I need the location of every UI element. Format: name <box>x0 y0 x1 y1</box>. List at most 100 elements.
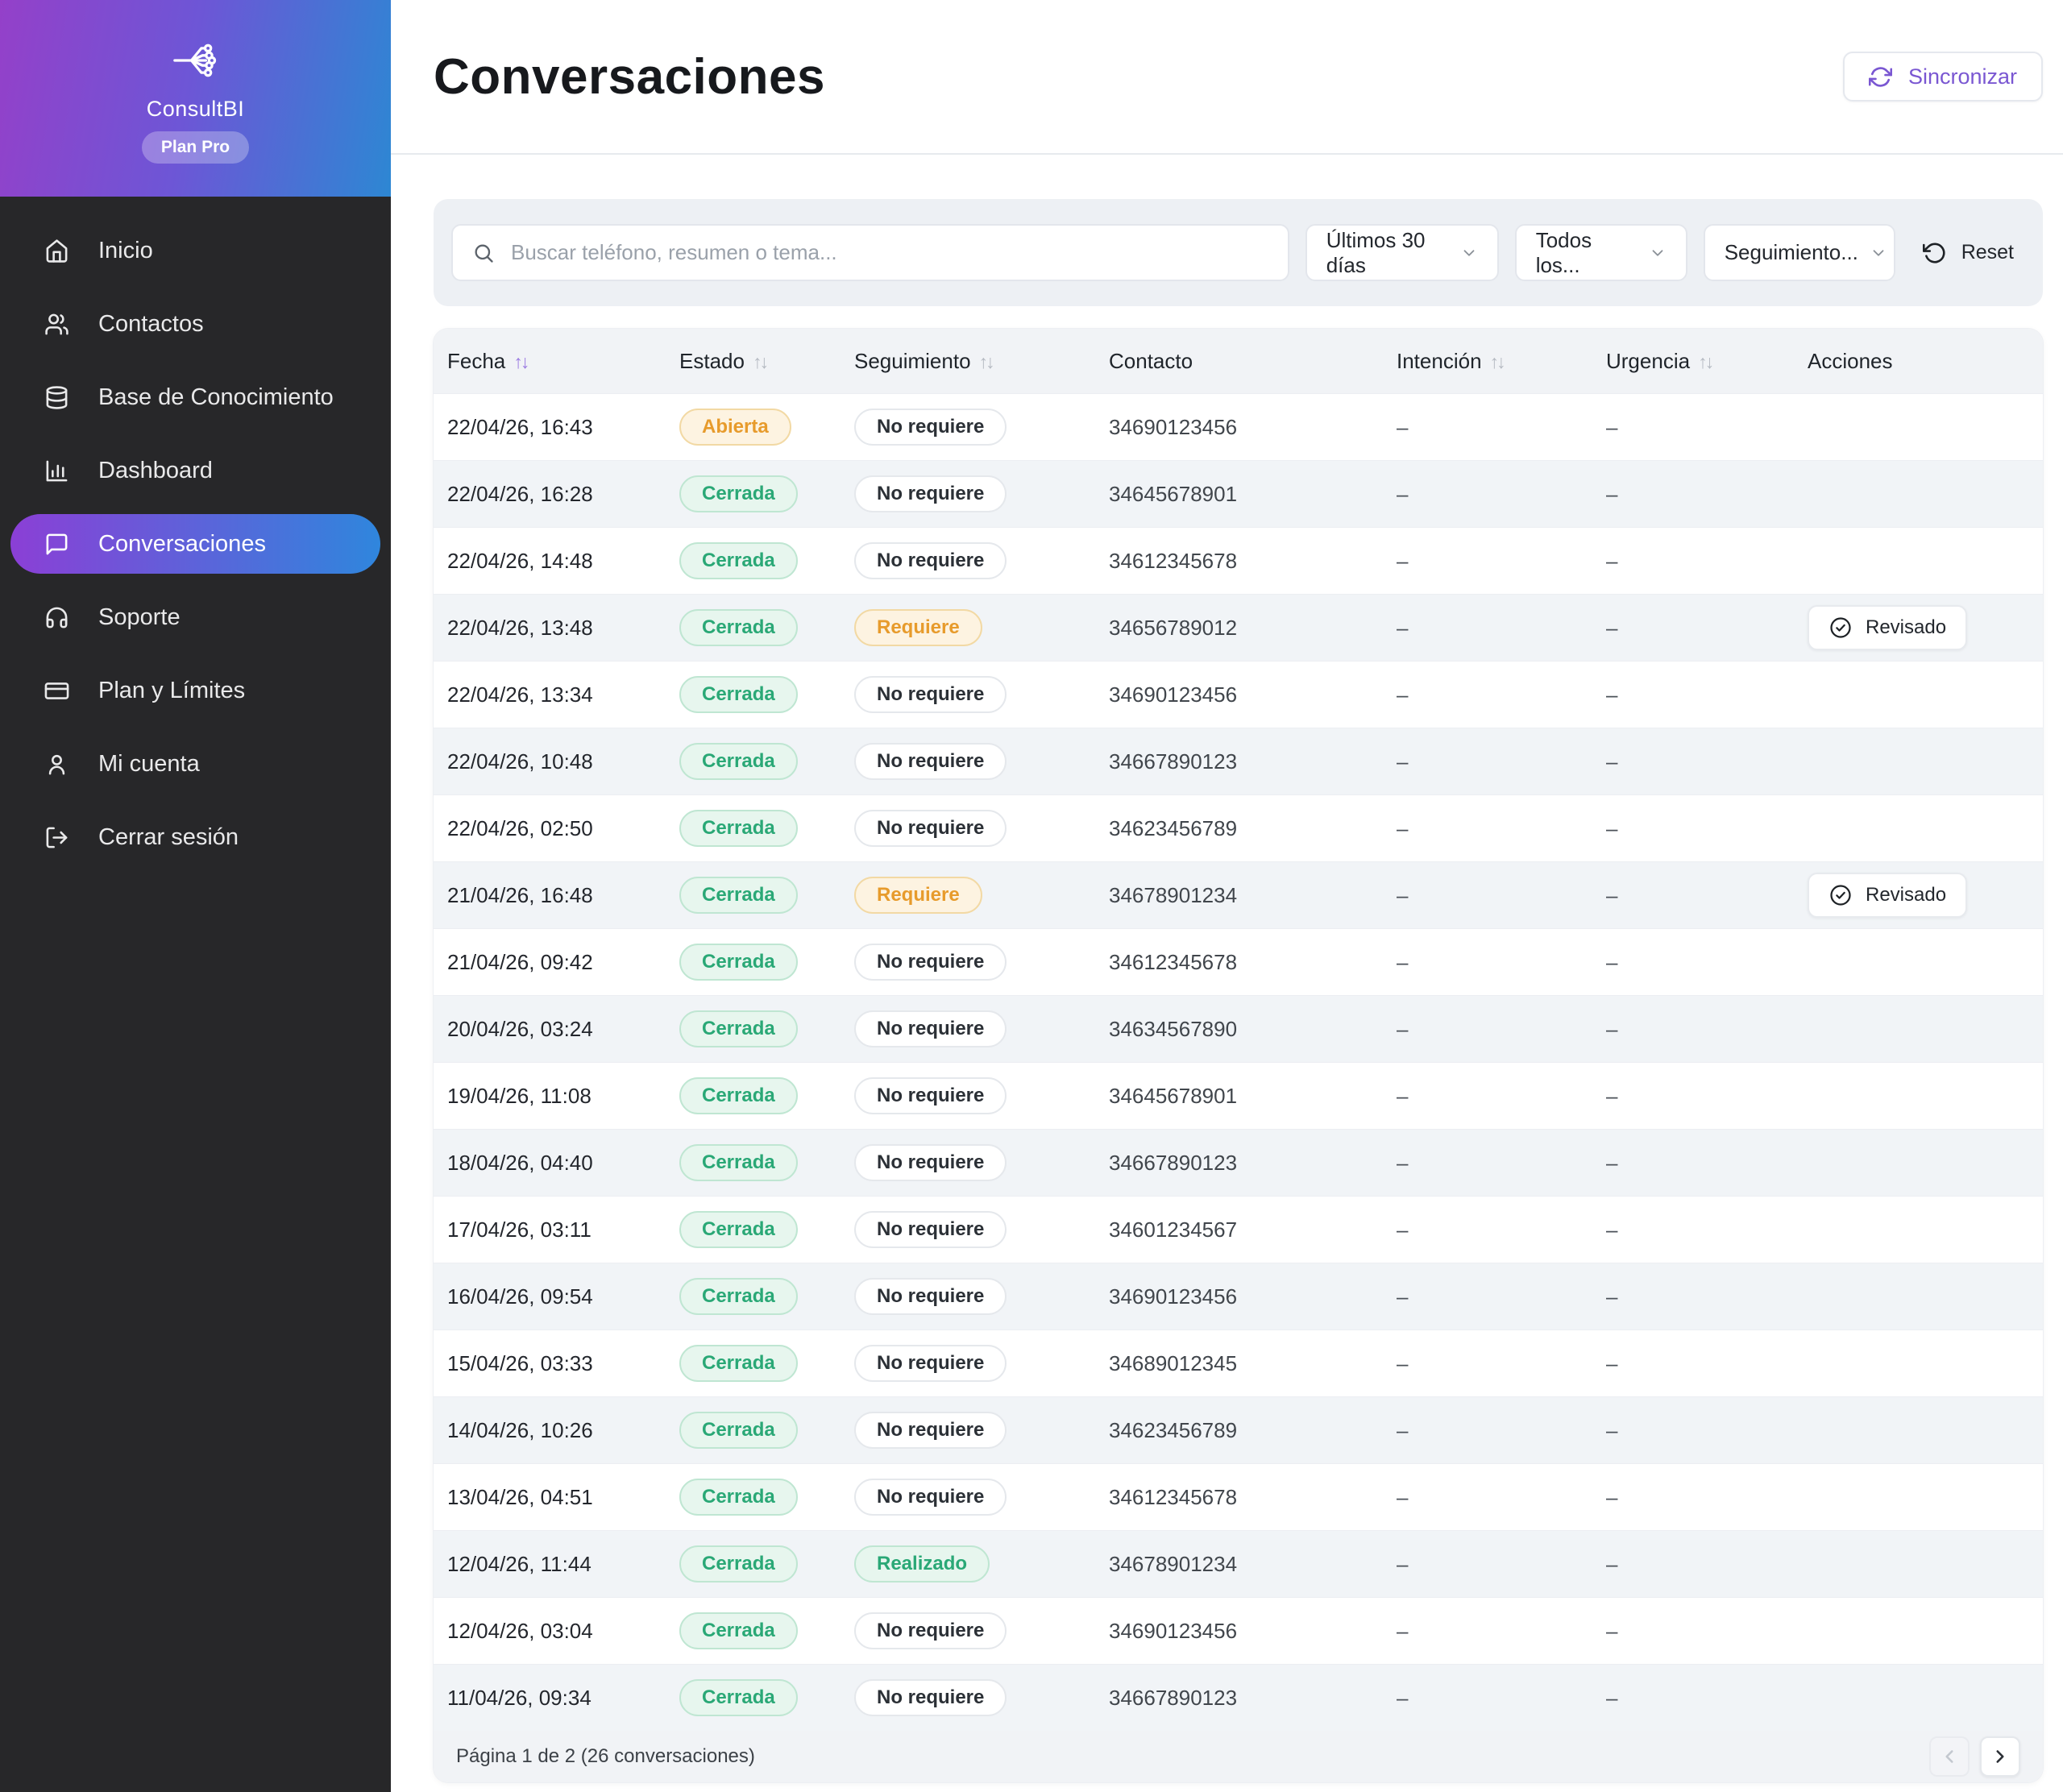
sidebar-item-label: Plan y Límites <box>98 677 246 703</box>
status-filter[interactable]: Todos los... <box>1514 224 1687 281</box>
table-row[interactable]: 22/04/26, 13:34 Cerrada No requiere 3469012… <box>434 661 2043 728</box>
cell-intencion: – <box>1397 1417 1409 1442</box>
cell-intencion: – <box>1397 481 1409 506</box>
sidebar-item-dashboard[interactable]: Dashboard <box>10 441 380 500</box>
sync-button[interactable]: Sincronizar <box>1842 52 2043 102</box>
sidebar-item-conversaciones[interactable]: Conversaciones <box>10 514 380 574</box>
cell-urgencia: – <box>1606 1016 1618 1041</box>
table-row[interactable]: 18/04/26, 04:40 Cerrada No requiere 3466789… <box>434 1129 2043 1197</box>
column-label: Contacto <box>1109 348 1193 373</box>
chevron-down-icon <box>1873 249 1884 256</box>
column-header-seguimiento[interactable]: Seguimiento ↑↓ <box>854 329 1109 394</box>
table-row[interactable]: 20/04/26, 03:24 Cerrada No requiere 3463456… <box>434 995 2043 1063</box>
sidebar-item-base-de-conocimiento[interactable]: Base de Conocimiento <box>10 367 380 427</box>
cell-intencion: – <box>1397 1083 1409 1108</box>
sidebar-item-inicio[interactable]: Inicio <box>10 221 380 280</box>
badge-cerrada: Cerrada <box>679 810 798 847</box>
badge-cerrada: Cerrada <box>679 1211 798 1248</box>
cell-estado: Cerrada <box>679 1330 854 1397</box>
cell-intencion: – <box>1397 1484 1409 1509</box>
table-row[interactable]: 21/04/26, 16:48 Cerrada Requiere 3467890123… <box>434 861 2043 929</box>
badge-no-requiere: No requiere <box>854 944 1007 981</box>
date-range-filter[interactable]: Últimos 30 días <box>1305 224 1499 281</box>
cell-intencion: – <box>1397 749 1409 774</box>
cell-estado: Cerrada <box>679 728 854 795</box>
next-page-button[interactable] <box>1980 1736 2020 1777</box>
prev-page-button[interactable] <box>1929 1736 1970 1777</box>
sidebar-item-label: Cerrar sesión <box>98 823 239 850</box>
cell-intencion: – <box>1397 1618 1409 1643</box>
date-range-filter-value: Últimos 30 días <box>1326 227 1426 277</box>
table-row[interactable]: 21/04/26, 09:42 Cerrada No requiere 3461234… <box>434 928 2043 996</box>
status-filter-value: Todos los... <box>1535 227 1592 277</box>
column-label: Urgencia <box>1606 348 1691 373</box>
table-row[interactable]: 22/04/26, 13:48 Cerrada Requiere 3465678901… <box>434 594 2043 662</box>
cell-intencion: – <box>1397 1350 1409 1375</box>
badge-no-requiere: No requiere <box>854 1679 1007 1716</box>
table-row[interactable]: 13/04/26, 04:51 Cerrada No requiere 3461234… <box>434 1463 2043 1531</box>
table-row[interactable]: 15/04/26, 03:33 Cerrada No requiere 3468901… <box>434 1329 2043 1397</box>
cell-fecha: 16/04/26, 09:54 <box>447 1284 593 1309</box>
cell-acciones <box>1808 461 2043 528</box>
cell-contacto: 34645678901 <box>1109 1083 1238 1108</box>
column-label: Fecha <box>447 348 506 373</box>
sidebar-nav: Inicio Contactos Base de Conocimiento Da… <box>0 197 391 881</box>
sidebar-item-plan-y-limites[interactable]: Plan y Límites <box>10 661 380 720</box>
sidebar-item-contactos[interactable]: Contactos <box>10 294 380 354</box>
table-row[interactable]: 16/04/26, 09:54 Cerrada No requiere 3469012… <box>434 1263 2043 1330</box>
table-row[interactable]: 22/04/26, 14:48 Cerrada No requiere 3461234… <box>434 527 2043 595</box>
table-row[interactable]: 22/04/26, 16:28 Cerrada No requiere 3464567… <box>434 460 2043 528</box>
cell-acciones <box>1808 1397 2043 1464</box>
sidebar-item-label: Inicio <box>98 237 153 263</box>
table-row[interactable]: 14/04/26, 10:26 Cerrada No requiere 3462345… <box>434 1396 2043 1464</box>
cell-fecha: 21/04/26, 16:48 <box>447 882 593 907</box>
sync-button-label: Sincronizar <box>1907 64 2017 89</box>
revisado-button[interactable]: Revisado <box>1808 873 1968 918</box>
cell-contacto: 34678901234 <box>1109 882 1238 907</box>
cell-estado: Abierta <box>679 394 854 461</box>
column-header-fecha[interactable]: Fecha ↑↓ <box>434 329 679 394</box>
table-row[interactable]: 12/04/26, 03:04 Cerrada No requiere 3469012… <box>434 1597 2043 1665</box>
cell-contacto: 34656789012 <box>1109 615 1238 640</box>
cell-acciones <box>1808 1464 2043 1531</box>
cell-intencion: – <box>1397 882 1409 907</box>
cell-intencion: – <box>1397 1217 1409 1242</box>
table-row[interactable]: 22/04/26, 16:43 Abierta No requiere 3469012… <box>434 393 2043 461</box>
sidebar-item-mi-cuenta[interactable]: Mi cuenta <box>10 734 380 794</box>
reset-label: Reset <box>1961 241 2014 263</box>
sidebar-brand-header: ConsultBI Plan Pro <box>0 0 391 197</box>
table-row[interactable]: 22/04/26, 10:48 Cerrada No requiere 3466789… <box>434 728 2043 795</box>
badge-abierta: Abierta <box>679 409 791 446</box>
followup-filter[interactable]: Seguimiento... <box>1703 224 1895 281</box>
sidebar-item-soporte[interactable]: Soporte <box>10 587 380 647</box>
cell-acciones <box>1808 662 2043 728</box>
search-icon <box>475 244 493 263</box>
cell-contacto: 34690123456 <box>1109 414 1238 439</box>
cell-fecha: 13/04/26, 04:51 <box>447 1484 593 1509</box>
cell-fecha: 20/04/26, 03:24 <box>447 1016 593 1041</box>
chevron-down-icon <box>1652 249 1663 256</box>
table-row[interactable]: 17/04/26, 03:11 Cerrada No requiere 3460123… <box>434 1196 2043 1263</box>
reset-filters-button[interactable]: Reset <box>1911 241 2025 265</box>
search-input[interactable] <box>509 239 1268 266</box>
column-header-estado[interactable]: Estado ↑↓ <box>679 329 854 394</box>
table-row[interactable]: 22/04/26, 02:50 Cerrada No requiere 3462345… <box>434 794 2043 862</box>
cell-fecha: 14/04/26, 10:26 <box>447 1417 593 1442</box>
sidebar-item-cerrar-sesion[interactable]: Cerrar sesión <box>10 807 380 867</box>
cell-seguimiento: No requiere <box>854 1063 1109 1130</box>
cell-contacto: 34612345678 <box>1109 1484 1238 1509</box>
cell-estado: Cerrada <box>679 1197 854 1263</box>
cell-contacto: 34612345678 <box>1109 548 1238 573</box>
column-header-urgencia[interactable]: Urgencia ↑↓ <box>1606 329 1808 394</box>
revisado-button[interactable]: Revisado <box>1808 605 1968 650</box>
column-header-intencion[interactable]: Intención ↑↓ <box>1397 329 1606 394</box>
table-row[interactable]: 12/04/26, 11:44 Cerrada Realizado 346789012… <box>434 1530 2043 1598</box>
badge-cerrada: Cerrada <box>679 676 798 713</box>
table-row[interactable]: 11/04/26, 09:34 Cerrada No requiere 3466789… <box>434 1664 2043 1731</box>
badge-cerrada: Cerrada <box>679 1278 798 1315</box>
table-row[interactable]: 19/04/26, 11:08 Cerrada No requiere 3464567… <box>434 1062 2043 1130</box>
cell-contacto: 34667890123 <box>1109 1685 1238 1710</box>
badge-no-requiere: No requiere <box>854 676 1007 713</box>
cell-seguimiento: Requiere <box>854 862 1109 929</box>
sort-arrows-icon: ↑↓ <box>513 351 529 372</box>
